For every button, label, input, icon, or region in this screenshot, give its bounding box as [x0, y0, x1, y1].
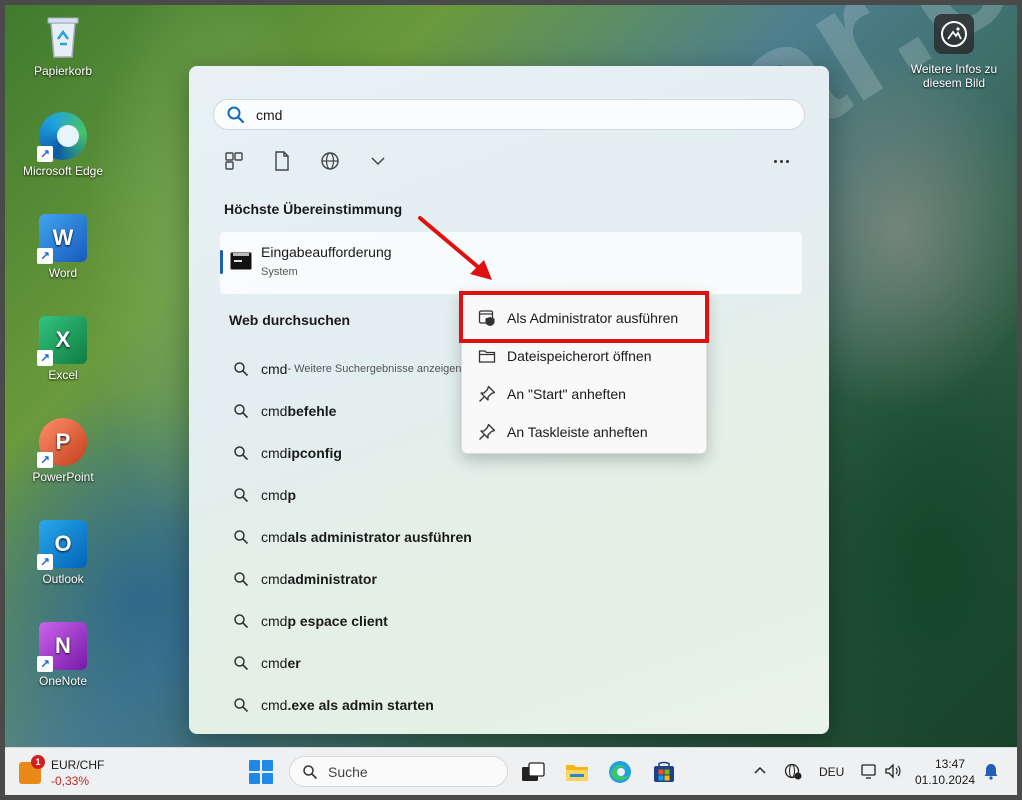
annotation-highlight-box — [459, 291, 709, 343]
web-filter-icon[interactable] — [319, 150, 341, 172]
currency-widget[interactable]: 1 EUR/CHF -0,33% — [19, 755, 109, 789]
best-match-heading: Höchste Übereinstimmung — [224, 201, 403, 217]
more-options-icon[interactable] — [769, 150, 793, 172]
desktop-icon-label: Word — [48, 266, 78, 280]
pin-to-taskbar-item[interactable]: An Taskleiste anheften — [462, 414, 706, 450]
desktop-icon-label: Excel — [48, 368, 78, 382]
search-icon — [234, 362, 249, 377]
selection-accent — [220, 250, 223, 274]
desktop-icon-label: Papierkorb — [33, 64, 93, 78]
clock-time: 13:47 — [934, 757, 965, 771]
outlook-icon: O ↗ — [37, 520, 87, 570]
notification-badge: 1 — [31, 755, 45, 769]
search-icon — [234, 446, 249, 461]
currency-delta: -0,33% — [51, 774, 90, 788]
clock[interactable]: 13:47 01.10.2024 — [915, 756, 976, 788]
pin-icon — [479, 423, 496, 440]
desktop-icon-recycle-bin[interactable]: Papierkorb — [18, 12, 108, 78]
shortcut-arrow-icon: ↗ — [37, 146, 53, 162]
pin-icon — [479, 385, 496, 402]
search-icon — [234, 656, 249, 671]
display-icon[interactable] — [860, 762, 878, 780]
windows-logo-tile — [262, 773, 273, 784]
windows-logo-tile — [262, 760, 273, 771]
task-view-icon[interactable] — [520, 759, 546, 785]
desktop-icon-label: Microsoft Edge — [22, 164, 104, 178]
annotation-arrow — [418, 216, 492, 280]
command-prompt-icon — [230, 252, 252, 270]
web-suggestion-item[interactable]: cmd als administrator ausführen — [233, 516, 793, 558]
word-icon: W ↗ — [37, 214, 87, 264]
best-match-item[interactable]: Eingabeaufforderung System — [220, 232, 802, 294]
microsoft-store-icon[interactable] — [651, 759, 677, 785]
edge-icon: ↗ — [37, 112, 87, 162]
currency-pair: EUR/CHF — [51, 758, 105, 772]
web-suggestion-item[interactable]: cmd p — [233, 474, 793, 516]
best-match-title: Eingabeaufforderung — [261, 244, 392, 260]
notification-bell-icon[interactable] — [982, 762, 1000, 780]
shortcut-arrow-icon: ↗ — [37, 350, 53, 366]
chevron-up-icon[interactable] — [753, 764, 767, 778]
desktop-icon-label: PowerPoint — [32, 470, 94, 484]
input-language[interactable]: DEU — [819, 765, 844, 779]
desktop-icon-onenote[interactable]: N ↗ OneNote — [18, 622, 108, 688]
search-icon — [234, 404, 249, 419]
web-search-heading: Web durchsuchen — [229, 312, 351, 328]
web-suggestion-item[interactable]: cmd p espace client — [233, 600, 793, 642]
search-icon — [234, 488, 249, 503]
desktop-icon-edge[interactable]: ↗ Microsoft Edge — [18, 112, 108, 178]
search-icon — [234, 530, 249, 545]
camera-icon — [934, 14, 974, 54]
shortcut-arrow-icon: ↗ — [37, 656, 53, 672]
search-icon — [234, 698, 249, 713]
documents-filter-icon[interactable] — [271, 150, 293, 172]
shortcut-arrow-icon: ↗ — [37, 248, 53, 264]
powerpoint-icon: P ↗ — [37, 418, 87, 468]
network-icon[interactable] — [784, 762, 802, 780]
best-match-subtitle: System — [261, 266, 298, 278]
search-input[interactable] — [256, 106, 756, 123]
desktop-icon-label: Outlook — [42, 572, 84, 586]
windows-logo-tile — [249, 773, 260, 784]
info-widget-text: Weitere Infos zu — [910, 62, 998, 76]
desktop-icon-powerpoint[interactable]: P ↗ PowerPoint — [18, 418, 108, 484]
desktop-icon-label: OneNote — [38, 674, 88, 688]
pin-to-start-item[interactable]: An "Start" anheften — [462, 376, 706, 412]
taskbar: 1 EUR/CHF -0,33% Suche DEU 13:47 01.10.2… — [5, 747, 1017, 795]
web-suggestion-item[interactable]: cmd administrator — [233, 558, 793, 600]
taskbar-search-box[interactable]: Suche — [289, 756, 508, 787]
search-icon — [234, 572, 249, 587]
desktop-icon-outlook[interactable]: O ↗ Outlook — [18, 520, 108, 586]
web-suggestion-item[interactable]: cmd .exe als admin starten — [233, 684, 793, 726]
start-search-box[interactable] — [213, 99, 805, 130]
edge-icon[interactable] — [607, 759, 633, 785]
volume-icon[interactable] — [884, 762, 902, 780]
desktop-icon-excel[interactable]: X ↗ Excel — [18, 316, 108, 382]
search-icon — [234, 614, 249, 629]
info-widget-text: diesem Bild — [922, 76, 986, 90]
search-icon — [227, 106, 245, 123]
file-explorer-icon[interactable] — [564, 759, 590, 785]
folder-icon — [478, 350, 496, 363]
excel-icon: X ↗ — [37, 316, 87, 366]
search-icon — [303, 764, 318, 779]
desktop-icon-word[interactable]: W ↗ Word — [18, 214, 108, 280]
recycle-bin-icon — [39, 12, 87, 60]
onenote-icon: N ↗ — [37, 622, 87, 672]
taskbar-search-placeholder: Suche — [328, 763, 368, 780]
learn-about-picture-widget[interactable]: Weitere Infos zu diesem Bild — [906, 14, 1002, 90]
search-filter-row — [223, 150, 389, 172]
chevron-down-icon[interactable] — [367, 150, 389, 172]
open-file-location-item[interactable]: Dateispeicherort öffnen — [462, 338, 706, 374]
apps-filter-icon[interactable] — [223, 150, 245, 172]
clock-date: 01.10.2024 — [915, 773, 976, 787]
web-suggestion-item[interactable]: cmd er — [233, 642, 793, 684]
shortcut-arrow-icon: ↗ — [37, 452, 53, 468]
start-button[interactable] — [249, 760, 273, 784]
shortcut-arrow-icon: ↗ — [37, 554, 53, 570]
windows-logo-tile — [249, 760, 260, 771]
